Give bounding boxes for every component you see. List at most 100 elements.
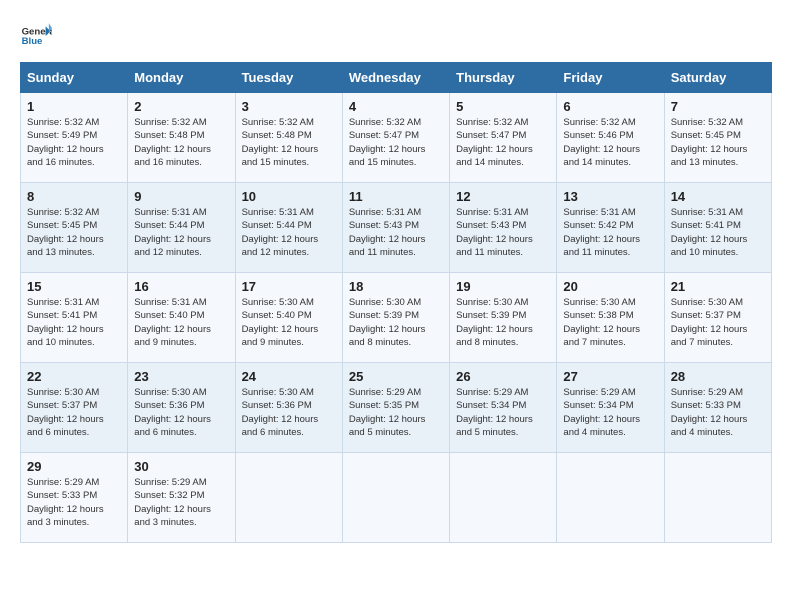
day-info: Sunrise: 5:30 AM Sunset: 5:36 PM Dayligh…: [242, 386, 336, 439]
day-number: 2: [134, 99, 228, 114]
calendar-cell: 29 Sunrise: 5:29 AM Sunset: 5:33 PM Dayl…: [21, 453, 128, 543]
day-info: Sunrise: 5:32 AM Sunset: 5:47 PM Dayligh…: [456, 116, 550, 169]
day-info: Sunrise: 5:32 AM Sunset: 5:46 PM Dayligh…: [563, 116, 657, 169]
day-number: 1: [27, 99, 121, 114]
calendar-cell: 12 Sunrise: 5:31 AM Sunset: 5:43 PM Dayl…: [450, 183, 557, 273]
calendar-cell: 11 Sunrise: 5:31 AM Sunset: 5:43 PM Dayl…: [342, 183, 449, 273]
calendar-cell: 20 Sunrise: 5:30 AM Sunset: 5:38 PM Dayl…: [557, 273, 664, 363]
day-info: Sunrise: 5:31 AM Sunset: 5:44 PM Dayligh…: [134, 206, 228, 259]
calendar-cell: 16 Sunrise: 5:31 AM Sunset: 5:40 PM Dayl…: [128, 273, 235, 363]
calendar-cell: 8 Sunrise: 5:32 AM Sunset: 5:45 PM Dayli…: [21, 183, 128, 273]
day-number: 11: [349, 189, 443, 204]
calendar-week-row: 22 Sunrise: 5:30 AM Sunset: 5:37 PM Dayl…: [21, 363, 772, 453]
calendar-cell: 5 Sunrise: 5:32 AM Sunset: 5:47 PM Dayli…: [450, 93, 557, 183]
day-number: 6: [563, 99, 657, 114]
calendar-cell: 21 Sunrise: 5:30 AM Sunset: 5:37 PM Dayl…: [664, 273, 771, 363]
calendar-cell: 3 Sunrise: 5:32 AM Sunset: 5:48 PM Dayli…: [235, 93, 342, 183]
weekday-header: Thursday: [450, 63, 557, 93]
day-info: Sunrise: 5:29 AM Sunset: 5:34 PM Dayligh…: [563, 386, 657, 439]
day-info: Sunrise: 5:31 AM Sunset: 5:44 PM Dayligh…: [242, 206, 336, 259]
day-info: Sunrise: 5:29 AM Sunset: 5:34 PM Dayligh…: [456, 386, 550, 439]
day-number: 12: [456, 189, 550, 204]
calendar-cell: 10 Sunrise: 5:31 AM Sunset: 5:44 PM Dayl…: [235, 183, 342, 273]
logo: General Blue: [20, 20, 52, 52]
calendar-cell: 25 Sunrise: 5:29 AM Sunset: 5:35 PM Dayl…: [342, 363, 449, 453]
day-number: 14: [671, 189, 765, 204]
day-number: 7: [671, 99, 765, 114]
day-number: 9: [134, 189, 228, 204]
day-number: 20: [563, 279, 657, 294]
calendar-cell: 22 Sunrise: 5:30 AM Sunset: 5:37 PM Dayl…: [21, 363, 128, 453]
day-number: 24: [242, 369, 336, 384]
day-number: 26: [456, 369, 550, 384]
weekday-header: Monday: [128, 63, 235, 93]
day-number: 15: [27, 279, 121, 294]
calendar-cell: 1 Sunrise: 5:32 AM Sunset: 5:49 PM Dayli…: [21, 93, 128, 183]
calendar-cell: 24 Sunrise: 5:30 AM Sunset: 5:36 PM Dayl…: [235, 363, 342, 453]
day-number: 22: [27, 369, 121, 384]
day-info: Sunrise: 5:29 AM Sunset: 5:33 PM Dayligh…: [671, 386, 765, 439]
logo-icon: General Blue: [20, 20, 52, 52]
calendar-cell: 4 Sunrise: 5:32 AM Sunset: 5:47 PM Dayli…: [342, 93, 449, 183]
day-number: 3: [242, 99, 336, 114]
day-info: Sunrise: 5:31 AM Sunset: 5:43 PM Dayligh…: [456, 206, 550, 259]
day-info: Sunrise: 5:29 AM Sunset: 5:35 PM Dayligh…: [349, 386, 443, 439]
calendar-cell: 2 Sunrise: 5:32 AM Sunset: 5:48 PM Dayli…: [128, 93, 235, 183]
day-info: Sunrise: 5:30 AM Sunset: 5:38 PM Dayligh…: [563, 296, 657, 349]
day-info: Sunrise: 5:31 AM Sunset: 5:40 PM Dayligh…: [134, 296, 228, 349]
calendar-cell: 15 Sunrise: 5:31 AM Sunset: 5:41 PM Dayl…: [21, 273, 128, 363]
calendar-cell: [557, 453, 664, 543]
calendar-cell: 7 Sunrise: 5:32 AM Sunset: 5:45 PM Dayli…: [664, 93, 771, 183]
calendar-week-row: 15 Sunrise: 5:31 AM Sunset: 5:41 PM Dayl…: [21, 273, 772, 363]
day-info: Sunrise: 5:30 AM Sunset: 5:37 PM Dayligh…: [671, 296, 765, 349]
calendar-cell: 14 Sunrise: 5:31 AM Sunset: 5:41 PM Dayl…: [664, 183, 771, 273]
day-number: 25: [349, 369, 443, 384]
calendar-cell: [342, 453, 449, 543]
calendar-cell: 30 Sunrise: 5:29 AM Sunset: 5:32 PM Dayl…: [128, 453, 235, 543]
day-number: 18: [349, 279, 443, 294]
day-info: Sunrise: 5:32 AM Sunset: 5:49 PM Dayligh…: [27, 116, 121, 169]
calendar-week-row: 1 Sunrise: 5:32 AM Sunset: 5:49 PM Dayli…: [21, 93, 772, 183]
day-number: 27: [563, 369, 657, 384]
calendar-header-row: SundayMondayTuesdayWednesdayThursdayFrid…: [21, 63, 772, 93]
weekday-header: Tuesday: [235, 63, 342, 93]
calendar-cell: [235, 453, 342, 543]
calendar-week-row: 8 Sunrise: 5:32 AM Sunset: 5:45 PM Dayli…: [21, 183, 772, 273]
day-info: Sunrise: 5:29 AM Sunset: 5:33 PM Dayligh…: [27, 476, 121, 529]
weekday-header: Saturday: [664, 63, 771, 93]
svg-text:Blue: Blue: [22, 36, 43, 47]
day-number: 5: [456, 99, 550, 114]
day-number: 10: [242, 189, 336, 204]
day-info: Sunrise: 5:29 AM Sunset: 5:32 PM Dayligh…: [134, 476, 228, 529]
day-number: 13: [563, 189, 657, 204]
day-info: Sunrise: 5:30 AM Sunset: 5:39 PM Dayligh…: [456, 296, 550, 349]
calendar-cell: [450, 453, 557, 543]
day-info: Sunrise: 5:32 AM Sunset: 5:47 PM Dayligh…: [349, 116, 443, 169]
weekday-header: Friday: [557, 63, 664, 93]
day-number: 21: [671, 279, 765, 294]
day-info: Sunrise: 5:30 AM Sunset: 5:39 PM Dayligh…: [349, 296, 443, 349]
day-number: 8: [27, 189, 121, 204]
calendar-table: SundayMondayTuesdayWednesdayThursdayFrid…: [20, 62, 772, 543]
day-info: Sunrise: 5:32 AM Sunset: 5:45 PM Dayligh…: [671, 116, 765, 169]
day-number: 17: [242, 279, 336, 294]
day-info: Sunrise: 5:31 AM Sunset: 5:43 PM Dayligh…: [349, 206, 443, 259]
calendar-cell: 27 Sunrise: 5:29 AM Sunset: 5:34 PM Dayl…: [557, 363, 664, 453]
calendar-cell: 26 Sunrise: 5:29 AM Sunset: 5:34 PM Dayl…: [450, 363, 557, 453]
calendar-cell: 23 Sunrise: 5:30 AM Sunset: 5:36 PM Dayl…: [128, 363, 235, 453]
day-number: 23: [134, 369, 228, 384]
calendar-cell: 18 Sunrise: 5:30 AM Sunset: 5:39 PM Dayl…: [342, 273, 449, 363]
day-info: Sunrise: 5:30 AM Sunset: 5:37 PM Dayligh…: [27, 386, 121, 439]
calendar-cell: 19 Sunrise: 5:30 AM Sunset: 5:39 PM Dayl…: [450, 273, 557, 363]
day-info: Sunrise: 5:32 AM Sunset: 5:45 PM Dayligh…: [27, 206, 121, 259]
day-number: 19: [456, 279, 550, 294]
calendar-cell: 13 Sunrise: 5:31 AM Sunset: 5:42 PM Dayl…: [557, 183, 664, 273]
calendar-cell: 9 Sunrise: 5:31 AM Sunset: 5:44 PM Dayli…: [128, 183, 235, 273]
day-info: Sunrise: 5:30 AM Sunset: 5:36 PM Dayligh…: [134, 386, 228, 439]
day-info: Sunrise: 5:32 AM Sunset: 5:48 PM Dayligh…: [134, 116, 228, 169]
calendar-cell: 17 Sunrise: 5:30 AM Sunset: 5:40 PM Dayl…: [235, 273, 342, 363]
weekday-header: Wednesday: [342, 63, 449, 93]
day-info: Sunrise: 5:32 AM Sunset: 5:48 PM Dayligh…: [242, 116, 336, 169]
day-number: 16: [134, 279, 228, 294]
day-number: 30: [134, 459, 228, 474]
